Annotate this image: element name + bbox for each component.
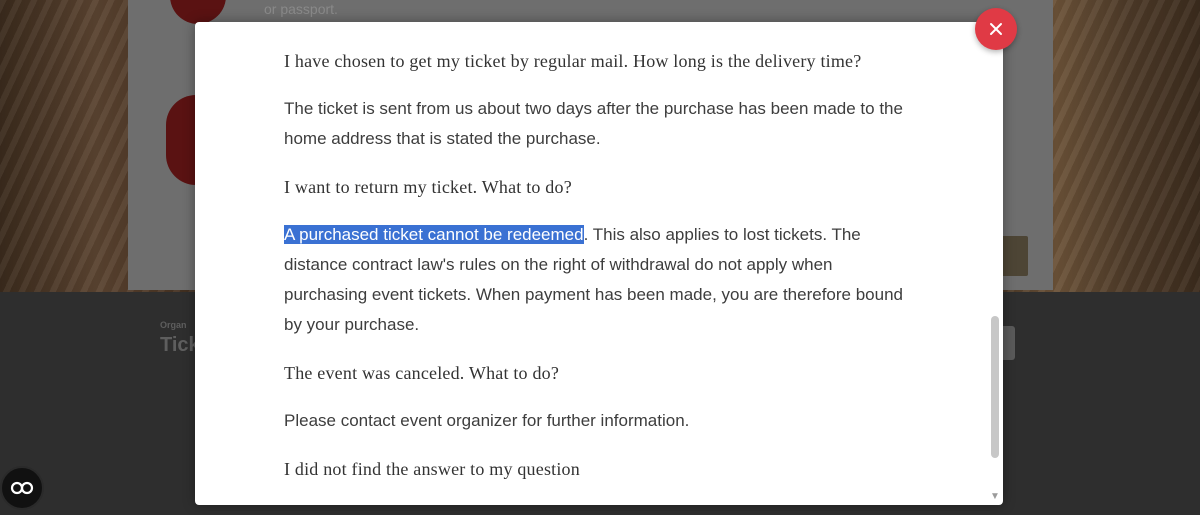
faq-answer: Please contact event organizer for furth… (284, 411, 690, 430)
faq-question: I have chosen to get my ticket by regula… (284, 51, 862, 71)
modal-scrollbar[interactable]: ▼ (989, 22, 1001, 505)
accessibility-button[interactable] (0, 466, 44, 510)
background-footer-label: Tick (160, 334, 200, 356)
faq-modal: I have chosen to get my ticket by regula… (195, 22, 1003, 505)
background-partial-text: or passport. (264, 1, 338, 17)
faq-question: I did not find the answer to my question (284, 459, 580, 479)
accessibility-icon (10, 481, 34, 495)
faq-answer: A purchased ticket cannot be redeemed. T… (284, 220, 904, 340)
faq-question: I want to return my ticket. What to do? (284, 177, 572, 197)
background-footer-label-small: Organ (160, 320, 187, 330)
faq-answer: The ticket is sent from us about two day… (284, 99, 903, 148)
scrollbar-thumb[interactable] (991, 316, 999, 458)
close-icon (990, 23, 1002, 35)
close-modal-button[interactable] (975, 8, 1017, 50)
scroll-down-arrow-icon[interactable]: ▼ (989, 492, 1001, 502)
faq-question: The event was canceled. What to do? (284, 363, 560, 383)
selected-text-highlight: A purchased ticket cannot be redeemed (284, 225, 584, 244)
